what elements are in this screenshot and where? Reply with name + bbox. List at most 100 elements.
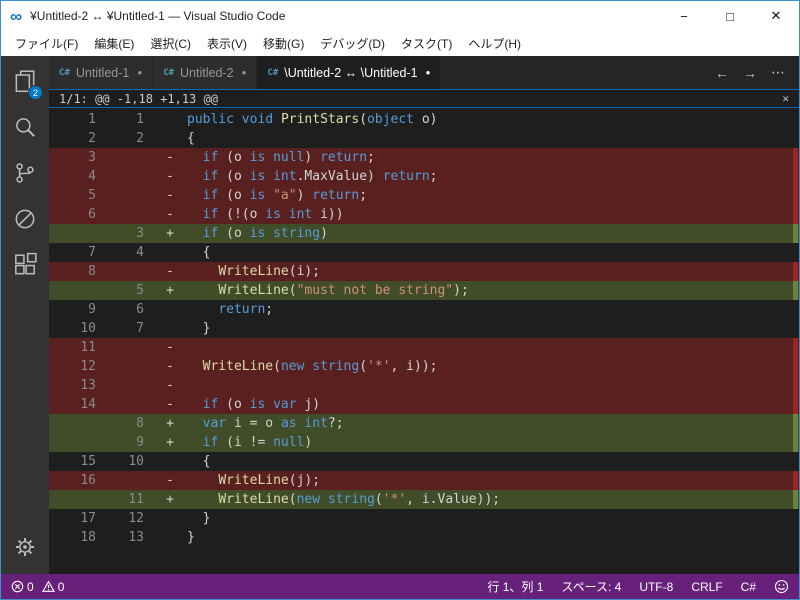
activity-item-explorer[interactable]: 2 <box>1 58 49 104</box>
diff-row[interactable]: 17 12 } <box>49 509 799 528</box>
overview-ruler[interactable] <box>791 108 799 574</box>
old-line-number: 17 <box>80 511 96 526</box>
diff-row[interactable]: 9 6 return; <box>49 300 799 319</box>
old-line-number <box>49 224 105 243</box>
new-line-number <box>105 357 153 376</box>
diff-row[interactable]: 2 2 { <box>49 129 799 148</box>
menu-item-view[interactable]: 表示(V) <box>199 32 255 55</box>
diff-row[interactable]: 5 + WriteLine("must not be string"); <box>49 281 799 300</box>
overview-ruler-mark <box>793 433 798 452</box>
new-line-number: 5 <box>136 283 144 298</box>
problems-warnings[interactable]: 0 <box>41 579 65 594</box>
vscode-logo-icon: ∞ <box>10 6 23 26</box>
menu-item-debug[interactable]: デバッグ(D) <box>312 32 393 55</box>
old-line-number: 5 <box>88 188 96 203</box>
more-actions-button[interactable]: ⋯ <box>767 62 789 83</box>
eol[interactable]: CRLF <box>691 580 722 594</box>
diff-row[interactable]: 7 4 { <box>49 243 799 262</box>
dirty-indicator[interactable]: ● <box>242 68 247 77</box>
diff-review-title: 1/1: @@ -1,18 +1,13 @@ <box>59 91 218 106</box>
menu-item-help[interactable]: ヘルプ(H) <box>460 32 529 55</box>
encoding[interactable]: UTF-8 <box>639 580 673 594</box>
new-line-number <box>105 167 153 186</box>
tab-diff-untitled-2-untitled-1[interactable]: C# \Untitled-2 ↔ \Untitled-1 ● <box>257 56 442 89</box>
problems-errors[interactable]: 0 <box>11 580 34 594</box>
workbench: 2 C# Untitled-1 ● C# Untitled-2 ● C# \Un… <box>1 56 799 574</box>
old-line-number: 18 <box>80 530 96 545</box>
warning-count: 0 <box>57 579 65 594</box>
indentation[interactable]: スペース: 4 <box>561 578 621 595</box>
diff-row[interactable]: 6 - if (!(o is int i)) <box>49 205 799 224</box>
settings-button[interactable] <box>1 524 49 570</box>
diff-sign: - <box>166 378 174 393</box>
diff-sign: - <box>166 188 174 203</box>
diff-row[interactable]: 1 1 public void PrintStars(object o) <box>49 110 799 129</box>
diff-row[interactable]: 11 + WriteLine(new string('*', i.Value)); <box>49 490 799 509</box>
diff-sign <box>153 243 187 262</box>
diff-row[interactable]: 18 13} <box>49 528 799 547</box>
overview-ruler-mark <box>793 471 798 490</box>
csharp-file-icon: C# <box>163 67 175 78</box>
language-mode[interactable]: C# <box>741 580 756 594</box>
menu-item-selection[interactable]: 選択(C) <box>142 32 199 55</box>
activity-item-extensions[interactable] <box>1 242 49 288</box>
diff-sign: - <box>166 340 174 355</box>
editor-toolbar: ← → ⋯ <box>711 56 799 89</box>
code-line: { <box>187 454 211 469</box>
diff-row[interactable]: 16 - WriteLine(j); <box>49 471 799 490</box>
diff-row[interactable]: 9 + if (i != null) <box>49 433 799 452</box>
diff-editor[interactable]: 1 1 public void PrintStars(object o) 2 2{3- … <box>49 108 799 574</box>
code-line: WriteLine(new string('*', i)); <box>202 359 438 374</box>
menu-item-file[interactable]: ファイル(F) <box>7 32 86 55</box>
code-line: if (o is string) <box>202 226 328 241</box>
dirty-indicator[interactable]: ● <box>137 68 142 77</box>
diff-sign: + <box>166 416 174 431</box>
diff-row[interactable]: 5 - if (o is "a") return; <box>49 186 799 205</box>
diff-row[interactable]: 11 - <box>49 338 799 357</box>
diff-row[interactable]: 10 7 } <box>49 319 799 338</box>
new-line-number <box>105 338 153 357</box>
diff-row[interactable]: 13 - <box>49 376 799 395</box>
activity-item-search[interactable] <box>1 104 49 150</box>
code-line: } <box>187 511 211 526</box>
diff-row[interactable]: 3 + if (o is string) <box>49 224 799 243</box>
editor-group: C# Untitled-1 ● C# Untitled-2 ● C# \Untitled-2 … <box>49 56 799 574</box>
nav-forward-button[interactable]: → <box>739 63 761 83</box>
overview-ruler-mark <box>793 281 798 300</box>
maximize-button[interactable]: □ <box>707 1 753 31</box>
search-icon <box>16 118 35 137</box>
tab-untitled-2[interactable]: C# Untitled-2 ● <box>153 56 258 89</box>
old-line-number <box>49 490 105 509</box>
close-button[interactable]: ✕ <box>753 1 799 31</box>
new-line-number: 3 <box>136 226 144 241</box>
menu-item-go[interactable]: 移動(G) <box>255 32 312 55</box>
diff-row[interactable]: 15 10 { <box>49 452 799 471</box>
activity-item-debug[interactable] <box>1 196 49 242</box>
tab-bar: C# Untitled-1 ● C# Untitled-2 ● C# \Untitled-2 … <box>49 56 799 89</box>
nav-back-button[interactable]: ← <box>711 63 733 83</box>
code-line: if (o is int.MaxValue) return; <box>202 169 438 184</box>
overview-ruler-mark <box>793 395 798 414</box>
diff-row[interactable]: 12 - WriteLine(new string('*', i)); <box>49 357 799 376</box>
diff-review-close-button[interactable]: ✕ <box>782 92 789 105</box>
diff-row[interactable]: 8 - WriteLine(i); <box>49 262 799 281</box>
diff-sign: - <box>166 169 174 184</box>
menu-item-tasks[interactable]: タスク(T) <box>393 32 460 55</box>
overview-ruler-mark <box>793 186 798 205</box>
old-line-number: 4 <box>88 169 96 184</box>
activity-item-source-control[interactable] <box>1 150 49 196</box>
cursor-position[interactable]: 行 1、列 1 <box>487 578 543 595</box>
diff-row[interactable]: 4 - if (o is int.MaxValue) return; <box>49 167 799 186</box>
new-line-number <box>105 471 153 490</box>
menu-item-edit[interactable]: 編集(E) <box>86 32 142 55</box>
feedback-smiley-icon[interactable] <box>774 579 789 594</box>
tab-untitled-1[interactable]: C# Untitled-1 ● <box>49 56 154 89</box>
diff-row[interactable]: 8 + var i = o as int?; <box>49 414 799 433</box>
old-line-number: 11 <box>80 340 96 355</box>
diff-row[interactable]: 3 - if (o is null) return; <box>49 148 799 167</box>
status-right: 行 1、列 1 スペース: 4 UTF-8 CRLF C# <box>487 578 789 595</box>
minimize-button[interactable]: − <box>661 1 707 31</box>
diff-row[interactable]: 14 - if (o is var j) <box>49 395 799 414</box>
old-line-number: 3 <box>88 150 96 165</box>
dirty-indicator[interactable]: ● <box>426 68 431 77</box>
